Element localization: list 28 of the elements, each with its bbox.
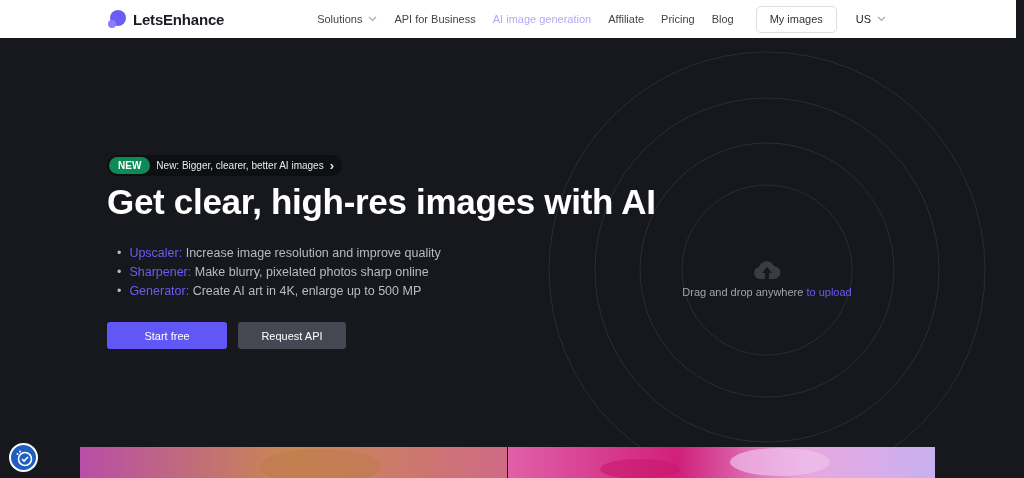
nav-link[interactable]: API for Business — [394, 13, 476, 25]
announcement-badge[interactable]: NEW New: Bigger, clearer, better AI images › — [107, 155, 342, 176]
nav-link[interactable]: Blog — [711, 13, 734, 25]
new-tag: NEW — [109, 157, 151, 174]
start-free-button[interactable]: Start free — [107, 322, 227, 349]
logo-text: LetsEnhance — [133, 10, 225, 28]
nav-link[interactable]: Pricing — [661, 13, 695, 25]
arrow-icon: › — [329, 158, 334, 173]
upload-hint: Drag and drop anywhere to upload — [682, 286, 852, 298]
upload-link[interactable]: to upload — [806, 286, 852, 298]
feature-item: Sharpener: Make blurry, pixelated photos sharp online — [129, 264, 429, 281]
accessibility-button[interactable] — [9, 443, 38, 472]
language-selector[interactable]: US — [849, 12, 892, 26]
my-images-button[interactable]: My images — [755, 5, 837, 33]
chevron-down-icon — [877, 16, 886, 22]
logo-icon — [107, 9, 127, 29]
cloud-upload-icon — [753, 260, 781, 280]
nav-link[interactable]: Affiliate — [608, 13, 645, 25]
accessibility-icon — [14, 448, 33, 467]
bullet: • — [117, 264, 122, 281]
feature-item: Upscaler: Increase image resolution and improve quality — [129, 245, 441, 262]
nav-link[interactable]: Solutions — [317, 13, 378, 25]
bullet: • — [117, 245, 122, 262]
hero-title: Get clear, high-res images with AI — [107, 182, 657, 222]
bullet: • — [117, 283, 122, 300]
request-api-button[interactable]: Request API — [238, 322, 346, 349]
announcement-text: New: Bigger, clearer, better AI images — [156, 160, 324, 171]
feature-item: Generator: Create AI art in 4K, enlarge up to 500 MP — [129, 283, 422, 300]
